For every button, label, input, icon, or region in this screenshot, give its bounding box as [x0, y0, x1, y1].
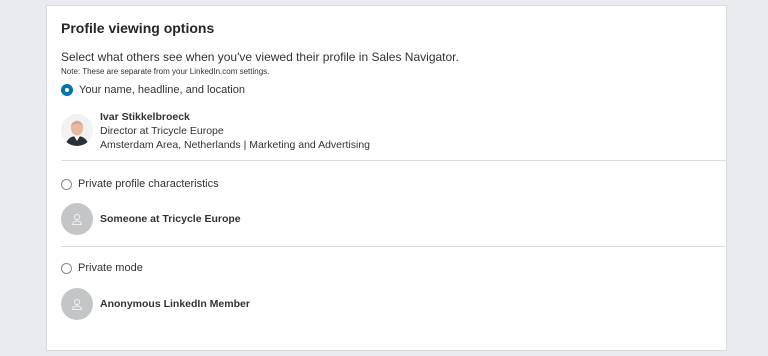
ghost-avatar — [61, 203, 93, 235]
divider — [61, 160, 726, 161]
option-label: Your name, headline, and location — [79, 84, 245, 96]
ghost-avatar — [61, 288, 93, 320]
viewer-name: Anonymous LinkedIn Member — [100, 298, 250, 310]
divider — [61, 246, 726, 247]
radio-button-selected[interactable] — [61, 84, 73, 96]
profile-viewing-options-card: Profile viewing options Select what othe… — [46, 5, 727, 351]
ghost-person-icon — [71, 298, 83, 311]
person-photo-icon — [61, 114, 93, 146]
viewer-location: Amsterdam Area, Netherlands | Marketing … — [100, 139, 371, 151]
radio-button[interactable] — [61, 262, 72, 274]
option-label: Private profile characteristics — [78, 178, 219, 190]
section-description: Select what others see when you've viewe… — [61, 50, 459, 64]
section-note: Note: These are separate from your Linke… — [61, 67, 270, 76]
viewer-name: Ivar Stikkelbroeck — [100, 111, 190, 123]
option-label: Private mode — [78, 262, 143, 274]
viewer-name: Someone at Tricycle Europe — [100, 213, 241, 225]
viewer-headline: Director at Tricycle Europe — [100, 125, 224, 137]
option-name-headline-location[interactable]: Your name, headline, and location — [61, 84, 245, 96]
option-private-mode[interactable]: Private mode — [61, 262, 143, 274]
section-title: Profile viewing options — [61, 20, 215, 36]
ghost-person-icon — [71, 213, 83, 226]
option-private-profile-characteristics[interactable]: Private profile characteristics — [61, 178, 219, 190]
radio-button[interactable] — [61, 178, 72, 190]
profile-photo — [61, 114, 93, 146]
